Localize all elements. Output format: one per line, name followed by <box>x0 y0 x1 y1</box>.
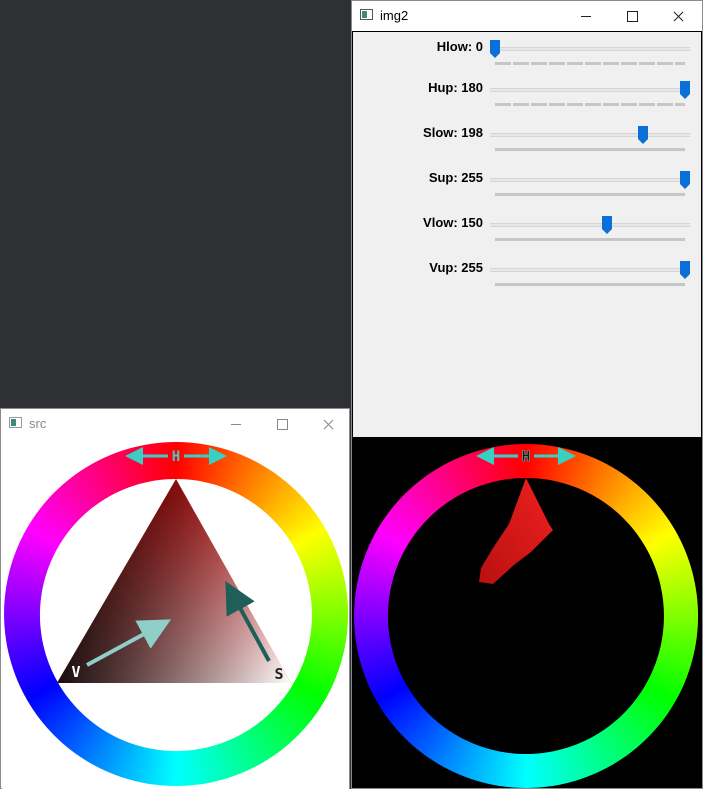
trackbar-label: Hup: 180 <box>428 80 483 95</box>
trackbar-hup: Hup: 180 <box>353 77 701 122</box>
window-app-icon <box>360 9 373 20</box>
src-window-title: src <box>29 416 47 431</box>
trackbar-label: Hlow: 0 <box>436 39 483 54</box>
trackbar-track[interactable] <box>490 88 690 92</box>
trackbar-ticks <box>495 283 685 286</box>
close-button[interactable] <box>655 1 701 31</box>
trackbar-label: Sup: 255 <box>428 170 483 185</box>
trackbar-track[interactable] <box>490 178 690 182</box>
slider-thumb[interactable] <box>490 40 500 58</box>
img2-window: img2 Hlow: 0 Hup: 180 Slow: 198 Sup: 255 <box>351 0 703 789</box>
hue-label: H <box>172 449 180 465</box>
trackbar-track[interactable] <box>490 133 690 137</box>
img2-window-title: img2 <box>380 8 409 23</box>
minimize-button[interactable] <box>563 1 609 31</box>
trackbar-label: Vup: 255 <box>429 260 483 275</box>
src-titlebar[interactable]: src <box>1 409 349 439</box>
close-button[interactable] <box>305 409 351 439</box>
slider-thumb[interactable] <box>601 216 612 234</box>
trackbar-vlow: Vlow: 150 <box>353 212 701 257</box>
trackbar-label: Slow: 198 <box>423 125 483 140</box>
trackbar-panel: Hlow: 0 Hup: 180 Slow: 198 Sup: 255 Vlow… <box>353 32 701 437</box>
hue-label: H <box>522 449 530 465</box>
window-app-icon <box>9 417 22 428</box>
trackbar-ticks <box>495 238 685 241</box>
hsv-wheel-image: H V S <box>2 439 349 789</box>
saturation-label: S <box>274 665 283 683</box>
trackbar-label: Vlow: 150 <box>423 215 483 230</box>
src-window: src H V S <box>0 408 350 789</box>
maximize-button[interactable] <box>609 1 655 31</box>
slider-thumb[interactable] <box>637 126 648 144</box>
trackbar-track[interactable] <box>490 268 690 272</box>
trackbar-ticks <box>495 62 685 65</box>
trackbar-slow: Slow: 198 <box>353 122 701 167</box>
maximize-button[interactable] <box>259 409 305 439</box>
trackbar-vup: Vup: 255 <box>353 257 701 302</box>
trackbar-track[interactable] <box>490 47 690 51</box>
trackbar-ticks <box>495 148 685 151</box>
trackbar-ticks <box>495 193 685 196</box>
slider-thumb[interactable] <box>680 171 690 189</box>
masked-output-image: H <box>353 438 701 788</box>
slider-thumb[interactable] <box>680 261 690 279</box>
slider-thumb[interactable] <box>680 81 690 99</box>
trackbar-sup: Sup: 255 <box>353 167 701 212</box>
trackbar-track[interactable] <box>490 223 690 227</box>
trackbar-hlow: Hlow: 0 <box>353 36 701 81</box>
minimize-button[interactable] <box>213 409 259 439</box>
value-label: V <box>71 663 80 681</box>
img2-titlebar[interactable]: img2 <box>352 1 702 31</box>
trackbar-ticks <box>495 103 685 106</box>
